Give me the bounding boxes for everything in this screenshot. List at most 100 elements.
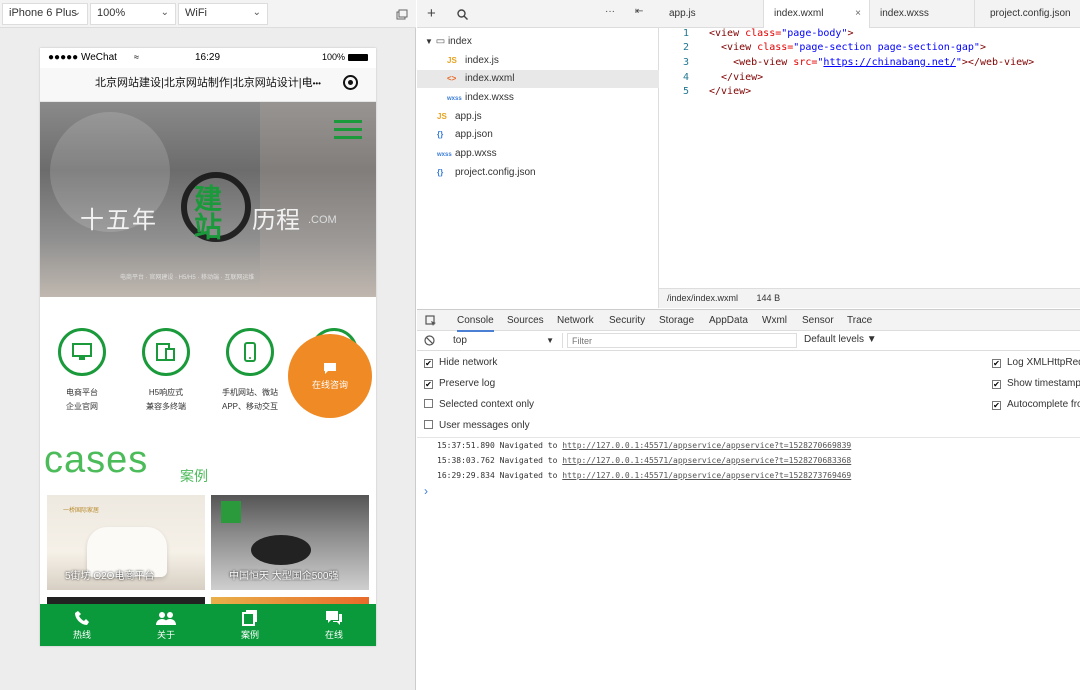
menu-icon[interactable] bbox=[334, 120, 362, 140]
tab-cases[interactable]: 案例 bbox=[208, 604, 292, 646]
tab-about[interactable]: 关于 bbox=[124, 604, 208, 646]
add-file-icon[interactable]: + bbox=[427, 5, 436, 22]
zoom-select-value: 100% bbox=[97, 7, 126, 19]
tab-network[interactable]: Network bbox=[557, 310, 594, 332]
log-url-link[interactable]: http://127.0.0.1:45571/appservice/appser… bbox=[562, 456, 851, 465]
code-link[interactable]: https://chinabang.net/ bbox=[823, 57, 955, 68]
tab-index-wxss[interactable]: index.wxss bbox=[870, 0, 975, 28]
service-ecommerce-button[interactable] bbox=[58, 328, 106, 376]
line-number: 1 bbox=[682, 28, 689, 39]
tab-wxml[interactable]: Wxml bbox=[762, 310, 787, 332]
code-line: <view class="page-body"> bbox=[709, 28, 854, 39]
folder-index[interactable]: ▼ ▭ index bbox=[425, 33, 472, 51]
chevron-down-icon: ⌄ bbox=[160, 7, 169, 18]
devtools-tabs: Console Sources Network Security Storage… bbox=[417, 309, 1080, 332]
option-label: Log XMLHttpReq bbox=[1007, 357, 1080, 368]
more-options-icon[interactable]: ··· bbox=[605, 6, 615, 17]
log-levels-select[interactable]: Default levels ▼ bbox=[804, 334, 877, 345]
close-icon[interactable]: × bbox=[855, 0, 861, 28]
selected-context-checkbox[interactable]: Selected context only bbox=[424, 398, 534, 412]
case-image-rug bbox=[251, 535, 311, 565]
checkbox-checked-icon: ✔ bbox=[424, 359, 433, 368]
tab-sources[interactable]: Sources bbox=[507, 310, 544, 332]
tab-label: Sources bbox=[507, 315, 544, 326]
file-item[interactable]: wxss index.wxss bbox=[447, 89, 514, 107]
detach-window-icon[interactable] bbox=[396, 9, 408, 20]
tab-online[interactable]: 在线 bbox=[292, 604, 376, 646]
console-prompt[interactable]: › bbox=[424, 484, 428, 498]
hide-network-checkbox[interactable]: ✔ Hide network bbox=[424, 356, 497, 370]
file-label: app.wxss bbox=[455, 148, 497, 159]
checkbox-unchecked-icon bbox=[424, 420, 433, 429]
folder-icon: ▭ bbox=[435, 36, 446, 47]
preserve-log-checkbox[interactable]: ✔ Preserve log bbox=[424, 377, 495, 391]
case-card-1[interactable]: 一桥国际家居 5街坊 O2O电商平台 bbox=[47, 495, 205, 590]
inspect-element-icon[interactable] bbox=[425, 315, 437, 327]
line-number: 4 bbox=[682, 72, 689, 83]
service-mobile-button[interactable] bbox=[226, 328, 274, 376]
device-select[interactable]: iPhone 6 Plus ⌄ bbox=[2, 3, 88, 25]
file-info-bar: /index/index.wxml 144 B bbox=[659, 288, 1080, 308]
service-mobile-caption: 手机网站、微站 APP、移动交互 bbox=[208, 386, 292, 414]
tab-hotline[interactable]: 热线 bbox=[40, 604, 124, 646]
hero-banner: 十五年 建站 历程 .COM 电商平台 · 官网建设 · H5/H5 · 移动端… bbox=[40, 102, 376, 297]
online-consult-button[interactable]: 在线咨询 bbox=[288, 334, 372, 418]
tab-console[interactable]: Console bbox=[457, 310, 494, 332]
context-select[interactable]: top ▼ bbox=[445, 333, 563, 348]
tab-appdata[interactable]: AppData bbox=[709, 310, 748, 332]
capsule-close-button[interactable] bbox=[343, 75, 358, 90]
file-item[interactable]: JS app.js bbox=[437, 108, 482, 126]
chevron-down-icon: ⌄ bbox=[72, 7, 81, 18]
json-file-icon: {} bbox=[437, 130, 444, 139]
filter-input[interactable] bbox=[567, 333, 797, 348]
option-label: Autocomplete fro bbox=[1007, 399, 1080, 410]
show-timestamps-checkbox[interactable]: ✔ Show timestamps bbox=[992, 377, 1080, 391]
cases-subtitle: 案例 bbox=[180, 468, 208, 484]
tab-app-js[interactable]: app.js bbox=[659, 0, 764, 28]
tab-security[interactable]: Security bbox=[609, 310, 645, 332]
wxss-file-icon: wxss bbox=[447, 96, 462, 102]
case-card-2[interactable]: 中国恒天 大型国企500强 bbox=[211, 495, 369, 590]
file-item[interactable]: {} app.json bbox=[437, 126, 493, 144]
zoom-select[interactable]: 100% ⌄ bbox=[90, 3, 176, 25]
collapse-panel-icon[interactable]: ⇤ bbox=[635, 6, 643, 17]
file-label: project.config.json bbox=[455, 167, 536, 178]
search-icon[interactable] bbox=[457, 9, 468, 20]
more-menu-button[interactable]: ••• bbox=[313, 79, 321, 88]
tab-trace[interactable]: Trace bbox=[847, 310, 872, 332]
wxml-file-icon: <> bbox=[447, 74, 457, 83]
log-url-link[interactable]: http://127.0.0.1:45571/appservice/appser… bbox=[562, 441, 851, 450]
json-file-icon: {} bbox=[437, 168, 444, 177]
nav-bar: 北京网站建设|北京网站制作|北京网站设计|电••• bbox=[40, 68, 376, 102]
autocomplete-checkbox[interactable]: ✔ Autocomplete fro bbox=[992, 398, 1080, 412]
log-xhr-checkbox[interactable]: ✔ Log XMLHttpReq bbox=[992, 356, 1080, 370]
log-url-link[interactable]: http://127.0.0.1:45571/appservice/appser… bbox=[562, 471, 851, 480]
clear-console-icon[interactable] bbox=[424, 335, 435, 346]
checkbox-checked-icon: ✔ bbox=[992, 359, 1001, 368]
case-logo-icon bbox=[221, 501, 241, 523]
battery-label: 100% bbox=[322, 52, 346, 62]
file-label: index.js bbox=[465, 55, 499, 66]
file-item[interactable]: {} project.config.json bbox=[437, 164, 536, 182]
simulator-pane: iPhone 6 Plus ⌄ 100% ⌄ WiFi ⌄ ●●●●● WeChat … bbox=[0, 0, 416, 690]
user-messages-checkbox[interactable]: User messages only bbox=[424, 419, 530, 433]
file-item[interactable]: JS index.js bbox=[447, 52, 499, 70]
tab-project-config[interactable]: project.config.json bbox=[975, 0, 1080, 28]
code-editor[interactable]: 1 2 3 4 5 <view class="page-body"> <view… bbox=[659, 28, 1080, 288]
ide-pane: + ··· ⇤ ▼ ▭ index JS index.js <> index.wxm… bbox=[417, 0, 1080, 690]
service-responsive-button[interactable] bbox=[142, 328, 190, 376]
line-number: 5 bbox=[682, 86, 689, 97]
js-file-icon: JS bbox=[447, 56, 457, 65]
file-item-selected[interactable]: <> index.wxml bbox=[447, 70, 514, 88]
network-select[interactable]: WiFi ⌄ bbox=[178, 3, 268, 25]
tab-sensor[interactable]: Sensor bbox=[802, 310, 834, 332]
file-item[interactable]: wxss app.wxss bbox=[437, 145, 497, 163]
tab-index-wxml[interactable]: index.wxml × bbox=[764, 0, 870, 29]
tab-storage[interactable]: Storage bbox=[659, 310, 694, 332]
caption-line: H5响应式 bbox=[148, 388, 184, 397]
tab-label: Trace bbox=[847, 315, 873, 326]
caret-down-icon: ▼ bbox=[425, 37, 433, 46]
option-label: User messages only bbox=[439, 420, 530, 431]
phone-call-icon bbox=[75, 611, 89, 625]
option-label: Preserve log bbox=[439, 378, 496, 389]
